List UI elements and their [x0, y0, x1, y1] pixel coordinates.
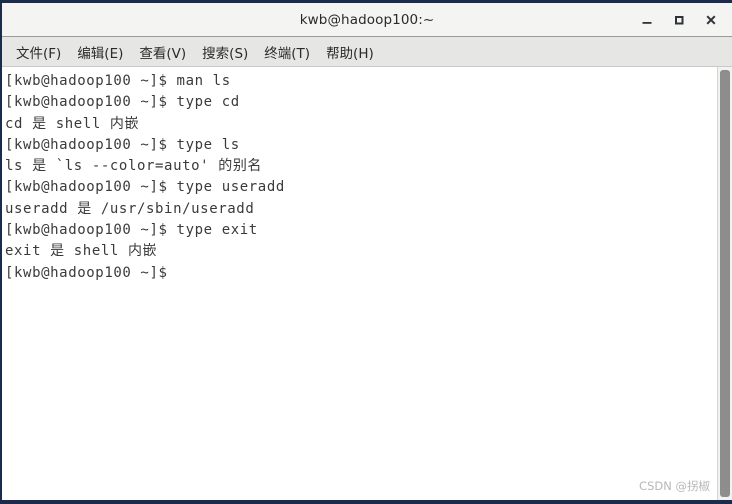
terminal-window: kwb@hadoop100:~ 文件(F) 编辑(E) 查看(V) 搜索(S) …	[0, 0, 732, 504]
scrollbar-thumb[interactable]	[720, 70, 730, 497]
terminal-line: cd 是 shell 内嵌	[5, 115, 140, 132]
menu-item-help[interactable]: 帮助(H)	[318, 39, 382, 65]
menu-item-terminal[interactable]: 终端(T)	[256, 39, 318, 65]
terminal-output[interactable]: [kwb@hadoop100 ~]$ man ls [kwb@hadoop100…	[2, 67, 717, 500]
maximize-button[interactable]	[664, 5, 694, 35]
terminal-line: [kwb@hadoop100 ~]$ type useradd	[5, 179, 285, 196]
terminal-line: [kwb@hadoop100 ~]$ man ls	[5, 73, 231, 89]
terminal-line: exit 是 shell 内嵌	[5, 243, 158, 260]
window-title: kwb@hadoop100:~	[299, 11, 435, 28]
watermark-text: CSDN @拐椒	[639, 479, 710, 493]
close-button[interactable]	[696, 5, 726, 35]
menu-item-edit[interactable]: 编辑(E)	[69, 39, 131, 65]
vertical-scrollbar[interactable]	[717, 67, 732, 500]
terminal-prompt-line: [kwb@hadoop100 ~]$	[5, 264, 177, 281]
terminal-line: [kwb@hadoop100 ~]$ type ls	[5, 136, 240, 153]
terminal-line: useradd 是 /usr/sbin/useradd	[5, 200, 255, 217]
minimize-button[interactable]	[632, 5, 662, 35]
menu-item-search[interactable]: 搜索(S)	[194, 39, 256, 65]
window-controls	[632, 3, 726, 36]
titlebar: kwb@hadoop100:~	[2, 3, 732, 37]
terminal-area: [kwb@hadoop100 ~]$ man ls [kwb@hadoop100…	[2, 67, 732, 500]
menubar: 文件(F) 编辑(E) 查看(V) 搜索(S) 终端(T) 帮助(H)	[2, 37, 732, 67]
menu-item-file[interactable]: 文件(F)	[8, 39, 69, 65]
terminal-line: [kwb@hadoop100 ~]$ type exit	[5, 222, 258, 239]
terminal-line: ls 是 `ls --color=auto' 的别名	[5, 158, 263, 175]
terminal-line: [kwb@hadoop100 ~]$ type cd	[5, 94, 240, 111]
menu-item-view[interactable]: 查看(V)	[131, 39, 194, 65]
